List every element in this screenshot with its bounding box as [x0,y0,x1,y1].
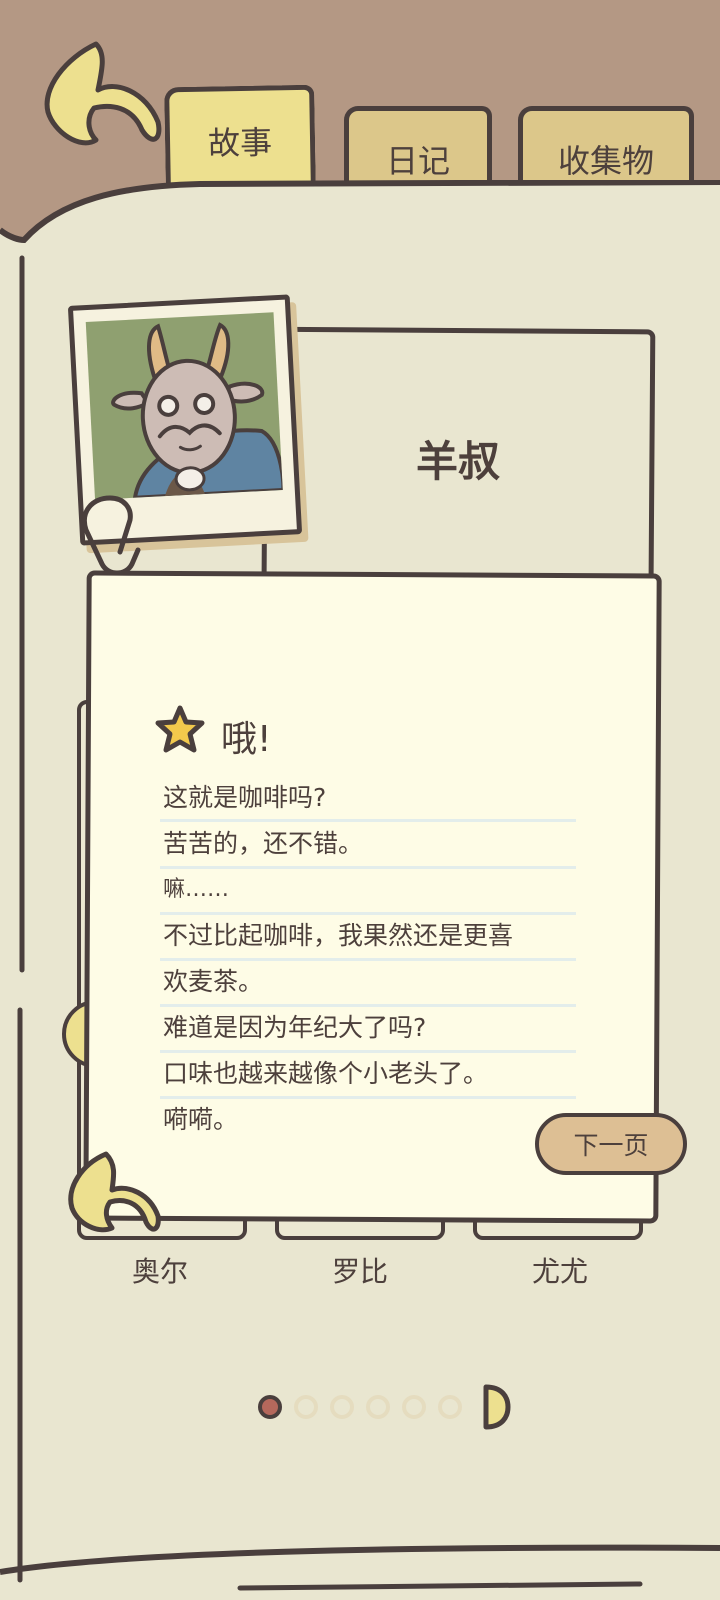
close-note-button[interactable] [62,1150,162,1240]
note-rule [160,1096,576,1099]
note-line: 难道是因为年纪大了吗? [163,1013,427,1042]
note-rule [160,819,576,822]
note-rule [160,958,576,961]
page-dot-3[interactable] [330,1395,354,1419]
star-icon [155,705,205,753]
note-line: 口味也越来越像个小老头了。 [163,1059,489,1088]
page-dot-2[interactable] [294,1395,318,1419]
tab-collection[interactable]: 收集物 [518,106,694,190]
note-line: 嗬嗬。 [163,1105,239,1134]
character-name: 羊叔 [415,437,500,486]
page-dot-6[interactable] [438,1395,462,1419]
tab-story[interactable]: 故事 [164,84,316,192]
tab-diary[interactable]: 日记 [344,106,492,190]
tab-story-label: 故事 [207,123,273,163]
paper-clip-icon [82,495,141,576]
book-label-robbie: 罗比 [331,1255,388,1288]
goat-portrait-icon [111,322,283,500]
note-rule [160,1050,576,1053]
page-dot-1[interactable] [258,1395,282,1419]
note-line: 这就是咖啡吗? [163,783,327,812]
note-line: 欢麦茶。 [163,967,264,996]
book-label-youyou: 尤尤 [531,1255,588,1288]
curl-arrow-icon [68,1151,161,1233]
note-title: 哦! [221,719,272,760]
tab-collection-label: 收集物 [557,142,654,180]
back-arrow-icon [44,41,162,146]
page-dot-4[interactable] [366,1395,390,1419]
note-rule [160,1004,576,1007]
note-line: 嘛…… [163,877,230,902]
note-line: 不过比起咖啡，我果然还是更喜 [163,921,514,950]
tab-diary-label: 日记 [385,142,450,180]
next-page-button[interactable]: 下一页 [535,1113,687,1175]
note-line: 苦苦的，还不错。 [163,829,364,858]
page-dot-5[interactable] [402,1395,426,1419]
note-rule [160,866,576,869]
book-label-orr: 奥尔 [131,1255,188,1288]
next-page-arrow-button[interactable] [482,1383,512,1431]
note-rule [160,912,576,915]
next-page-label: 下一页 [573,1131,649,1160]
half-circle-arrow-icon [483,1384,511,1430]
back-button[interactable] [36,40,166,150]
